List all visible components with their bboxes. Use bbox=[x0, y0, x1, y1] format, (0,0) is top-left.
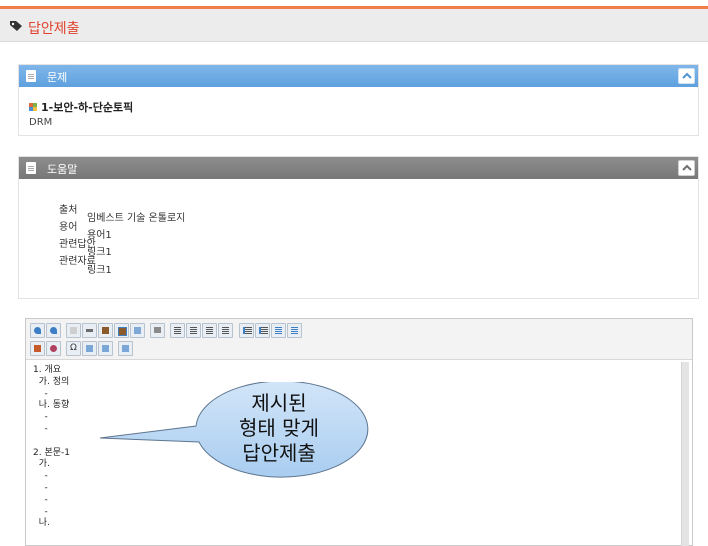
editor-line: - bbox=[33, 494, 48, 505]
problem-subtitle: DRM bbox=[29, 117, 53, 128]
callout-line-1: 제시된 bbox=[251, 391, 307, 415]
redo-icon[interactable] bbox=[46, 323, 61, 338]
spell-check-icon[interactable] bbox=[150, 323, 165, 338]
help-panel-title: 도움말 bbox=[47, 163, 78, 176]
chevron-up-icon bbox=[682, 72, 692, 79]
box-icon[interactable] bbox=[118, 341, 133, 356]
image-icon[interactable] bbox=[98, 341, 113, 356]
help-collapse-button[interactable] bbox=[678, 160, 695, 176]
special-char-icon[interactable]: Ω bbox=[66, 341, 81, 356]
help-panel-header: 도움말 bbox=[19, 157, 698, 179]
problem-panel-title: 문제 bbox=[47, 71, 68, 84]
editor-scrollbar[interactable] bbox=[681, 362, 689, 546]
help-source-value: 임베스트 기술 온톨로지 bbox=[87, 213, 186, 224]
topic-grid-icon bbox=[29, 103, 37, 111]
tag-icon bbox=[10, 21, 22, 31]
cut-icon[interactable] bbox=[82, 323, 97, 338]
table-icon[interactable] bbox=[82, 341, 97, 356]
page-title: 답안제출 bbox=[28, 21, 80, 37]
align-center-icon[interactable] bbox=[186, 323, 201, 338]
problem-panel-header: 문제 bbox=[19, 65, 698, 87]
paste-word-icon[interactable] bbox=[114, 323, 129, 338]
page-header: 답안제출 bbox=[0, 9, 708, 42]
help-label-term: 용어 bbox=[59, 222, 78, 233]
undo-icon[interactable] bbox=[30, 323, 45, 338]
format-icon[interactable] bbox=[30, 341, 45, 356]
indent-icon[interactable] bbox=[287, 323, 302, 338]
chevron-up-icon bbox=[682, 164, 692, 171]
remove-format-icon[interactable] bbox=[46, 341, 61, 356]
select-all-icon[interactable] bbox=[130, 323, 145, 338]
help-label-source: 출처 bbox=[59, 205, 78, 216]
help-material-link[interactable]: 링크1 bbox=[87, 261, 112, 276]
help-answer-link[interactable]: 링크1 bbox=[87, 243, 112, 258]
editor-line: 1. 개요 bbox=[33, 365, 62, 375]
callout-line-2: 형태 맞게 bbox=[239, 416, 319, 440]
problem-item[interactable]: 1-보안-하-단순토픽 bbox=[29, 99, 133, 115]
unordered-list-icon[interactable] bbox=[255, 323, 270, 338]
document-icon bbox=[26, 70, 36, 82]
problem-collapse-button[interactable] bbox=[678, 68, 695, 84]
paste-text-icon[interactable] bbox=[98, 323, 113, 338]
ordered-list-icon[interactable] bbox=[239, 323, 254, 338]
outdent-icon[interactable] bbox=[271, 323, 286, 338]
copy-icon[interactable] bbox=[66, 323, 81, 338]
help-term-link[interactable]: 용어1 bbox=[87, 226, 112, 241]
editor-toolbar: Ω bbox=[26, 319, 692, 360]
problem-title: 1-보안-하-단순토픽 bbox=[41, 101, 134, 114]
align-justify-icon[interactable] bbox=[218, 323, 233, 338]
document-icon bbox=[26, 162, 36, 174]
align-right-icon[interactable] bbox=[202, 323, 217, 338]
editor-line: 나. bbox=[33, 518, 50, 529]
editor-line: - bbox=[33, 506, 48, 517]
callout-line-3: 답안제출 bbox=[242, 441, 316, 465]
align-left-icon[interactable] bbox=[170, 323, 185, 338]
problem-panel: 문제 1-보안-하-단순토픽 DRM bbox=[18, 64, 699, 136]
help-panel: 도움말 출처 용어 관련답안 관련자료 임베스트 기술 온톨로지 용어1 링크1… bbox=[18, 156, 699, 299]
